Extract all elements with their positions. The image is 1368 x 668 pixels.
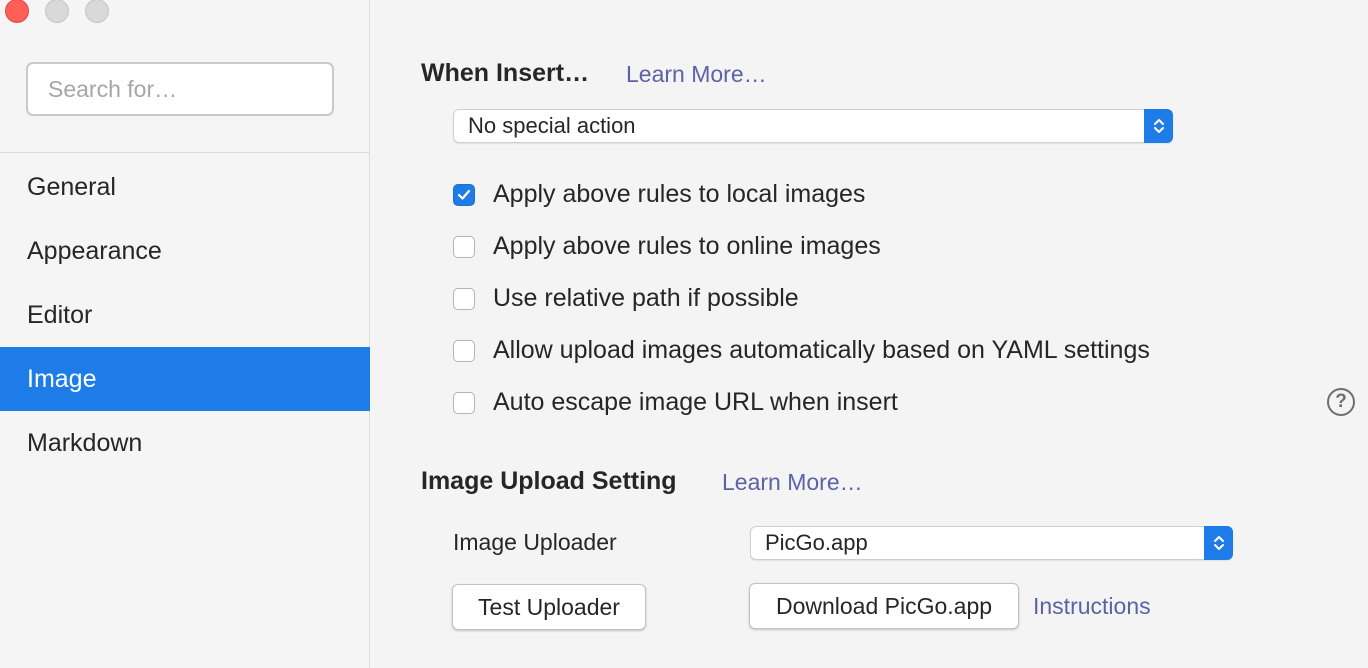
checkbox-auto-escape[interactable] [453, 391, 475, 414]
option-label: Allow upload images automatically based … [493, 336, 1150, 364]
upload-learn-more-link[interactable]: Learn More… [722, 469, 863, 496]
image-uploader-value: PicGo.app [765, 530, 868, 555]
when-insert-title: When Insert… [421, 59, 590, 87]
main-panel: When Insert… Learn More… No special acti… [371, 0, 1368, 668]
upload-setting-title: Image Upload Setting [421, 467, 677, 495]
checkbox-relative-path[interactable] [453, 287, 475, 310]
sidebar: General Appearance Editor Image Markdown [0, 0, 370, 668]
download-picgo-button[interactable]: Download PicGo.app [749, 583, 1019, 629]
instructions-link[interactable]: Instructions [1033, 593, 1151, 620]
checkbox-online-images[interactable] [453, 235, 475, 258]
minimize-window-button[interactable] [45, 0, 69, 23]
option-label: Apply above rules to local images [493, 180, 866, 208]
checkbox-yaml-upload[interactable] [453, 339, 475, 362]
option-label: Auto escape image URL when insert [493, 388, 898, 416]
option-relative-path[interactable]: Use relative path if possible [453, 284, 799, 313]
search-input[interactable] [26, 62, 334, 116]
sidebar-item-appearance[interactable]: Appearance [0, 219, 370, 283]
test-uploader-button[interactable]: Test Uploader [452, 584, 646, 630]
option-online-images[interactable]: Apply above rules to online images [453, 232, 881, 261]
window-controls [5, 0, 109, 24]
sidebar-item-general[interactable]: General [0, 155, 370, 219]
image-uploader-label: Image Uploader [453, 529, 617, 555]
checkbox-local-images[interactable] [453, 183, 475, 206]
select-stepper-icon [1144, 109, 1173, 143]
select-stepper-icon [1204, 526, 1233, 560]
preferences-window: General Appearance Editor Image Markdown… [0, 0, 1368, 668]
maximize-window-button[interactable] [85, 0, 109, 23]
option-local-images[interactable]: Apply above rules to local images [453, 180, 865, 209]
option-yaml-upload[interactable]: Allow upload images automatically based … [453, 336, 1150, 365]
option-label: Use relative path if possible [493, 284, 799, 312]
sidebar-item-markdown[interactable]: Markdown [0, 411, 370, 475]
sidebar-item-editor[interactable]: Editor [0, 283, 370, 347]
sidebar-nav: General Appearance Editor Image Markdown [0, 155, 370, 475]
close-window-button[interactable] [5, 0, 29, 23]
when-insert-learn-more-link[interactable]: Learn More… [626, 61, 767, 88]
search-wrap [26, 62, 334, 116]
option-label: Apply above rules to online images [493, 232, 881, 260]
sidebar-divider [0, 152, 370, 153]
image-uploader-select[interactable]: PicGo.app [750, 526, 1233, 560]
insert-action-value: No special action [468, 113, 636, 138]
help-icon[interactable]: ? [1327, 388, 1355, 416]
option-auto-escape[interactable]: Auto escape image URL when insert [453, 388, 898, 417]
insert-action-select[interactable]: No special action [453, 109, 1173, 143]
sidebar-item-image[interactable]: Image [0, 347, 370, 411]
checkmark-icon [457, 189, 471, 200]
